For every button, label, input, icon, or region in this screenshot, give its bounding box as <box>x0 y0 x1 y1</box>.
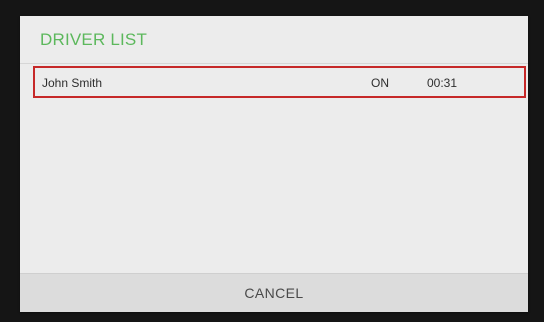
title-divider <box>20 63 528 64</box>
driver-status: ON <box>371 76 389 90</box>
dialog-title: DRIVER LIST <box>40 30 148 49</box>
cancel-button[interactable]: CANCEL <box>20 273 528 312</box>
driver-row[interactable]: John Smith ON 00:31 <box>33 66 526 98</box>
driver-list: John Smith ON 00:31 <box>30 65 526 270</box>
driver-list-dialog: DRIVER LIST John Smith ON 00:31 CANCEL <box>20 16 528 312</box>
driver-name: John Smith <box>42 76 103 90</box>
driver-time: 00:31 <box>427 76 458 90</box>
